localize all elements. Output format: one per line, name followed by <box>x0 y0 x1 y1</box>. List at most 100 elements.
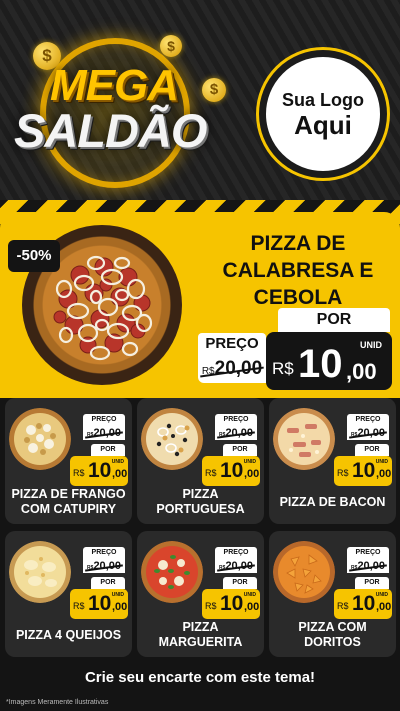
por-label: POR <box>91 444 125 456</box>
por-label: POR <box>223 577 257 589</box>
new-price-integer: 10 <box>88 459 112 482</box>
preco-label: PREÇO <box>347 414 389 426</box>
product-name: PIZZA MARGUERITA <box>158 620 243 649</box>
por-label: POR <box>355 577 389 589</box>
old-price-strike: R$20,00 <box>87 559 121 575</box>
por-label: POR <box>91 577 125 589</box>
product-image <box>141 541 203 603</box>
old-price-amount: 20,00 <box>225 560 253 572</box>
old-price: R$20,00 <box>215 426 257 440</box>
title-saldao: SALDÃO <box>14 104 207 157</box>
old-price: R$20,00 <box>347 426 389 440</box>
old-price-amount: 20,00 <box>357 427 385 439</box>
product-name: PIZZA 4 QUEIJOS <box>15 627 122 642</box>
new-price-currency: R$ <box>73 601 85 611</box>
margherita-pizza-icon <box>141 541 203 603</box>
product-card[interactable]: PREÇO R$20,00 POR UNID R$ 10 ,00 PIZZA D… <box>5 398 132 524</box>
preco-label: PREÇO <box>83 547 125 559</box>
preco-label: PREÇO <box>347 547 389 559</box>
product-name: PIZZA DE BACON <box>279 494 386 509</box>
old-price-amount: 20,00 <box>93 427 121 439</box>
old-price-strike: R$20,00 <box>219 426 253 442</box>
product-name: PIZZA PORTUGUESA <box>156 487 245 516</box>
header-banner: $ $ $ MEGA SALDÃO Sua Logo Aqui <box>0 0 400 200</box>
chicken-pizza-icon <box>9 408 71 470</box>
new-price: UNID R$ 10 ,00 <box>70 589 128 619</box>
product-image <box>9 408 71 470</box>
product-name: PIZZA COM DORITOS <box>298 620 367 649</box>
new-price-currency: R$ <box>272 359 294 378</box>
old-price-amount: 20,00 <box>214 358 263 379</box>
new-price-currency: R$ <box>205 601 217 611</box>
por-label: POR <box>355 444 389 456</box>
title-mega: MEGA <box>50 61 179 110</box>
preco-label: PREÇO <box>215 547 257 559</box>
coin-icon: $ <box>160 35 182 57</box>
product-card[interactable]: PREÇO R$20,00 POR UNID R$ 10 ,00 PIZZA P… <box>137 398 264 524</box>
new-price-integer: 10 <box>220 592 244 615</box>
new-price-currency: R$ <box>205 468 217 478</box>
coin-icon: $ <box>202 78 226 102</box>
product-image <box>9 541 71 603</box>
product-name: PIZZA DE FRANGO COM CATUPIRY <box>11 487 126 516</box>
old-price-amount: 20,00 <box>357 560 385 572</box>
old-price-amount: 20,00 <box>225 427 253 439</box>
portuguesa-pizza-icon <box>141 408 203 470</box>
old-price-strike: R$20,00 <box>351 426 385 442</box>
old-price-strike: R$20,00 <box>219 559 253 575</box>
new-price: UNID R$ 10 ,00 <box>334 589 392 619</box>
unid-label: UNID <box>360 340 382 350</box>
new-price-decimal: ,00 <box>244 468 260 480</box>
new-price-decimal: ,00 <box>112 468 128 480</box>
unid-label: UNID <box>243 592 256 598</box>
new-price: UNID R$ 10 ,00 <box>202 456 260 486</box>
new-price-integer: 10 <box>220 459 244 482</box>
unid-label: UNID <box>375 459 388 465</box>
cheese-pizza-icon <box>9 541 71 603</box>
new-price-decimal: ,00 <box>244 601 260 613</box>
new-price-currency: R$ <box>73 468 85 478</box>
featured-product-name: PIZZA DE CALABRESA E CEBOLA <box>222 232 374 309</box>
new-price-decimal: ,00 <box>346 359 377 384</box>
product-image <box>141 408 203 470</box>
new-price: UNID R$ 10 ,00 <box>70 456 128 486</box>
old-price: R$20,00 <box>83 559 125 573</box>
new-price-integer: 10 <box>352 459 376 482</box>
old-price: R$20,00 <box>83 426 125 440</box>
product-card[interactable]: PREÇO R$20,00 POR UNID R$ 10 ,00 PIZZA D… <box>269 398 396 524</box>
footer-cta: Crie seu encarte com este tema! <box>84 669 316 686</box>
new-price-decimal: ,00 <box>376 601 392 613</box>
logo-text-line1: Sua Logo <box>282 90 364 110</box>
product-card[interactable]: PREÇO R$20,00 POR UNID R$ 10 ,00 PIZZA M… <box>137 531 264 657</box>
featured-por-label: POR <box>278 308 390 332</box>
logo-text-line2: Aqui <box>294 110 352 140</box>
new-price-currency: R$ <box>337 468 349 478</box>
product-card[interactable]: PREÇO R$20,00 POR UNID R$ 10 ,00 PIZZA 4… <box>5 531 132 657</box>
old-price: R$20,00 <box>347 559 389 573</box>
old-price-strike: R$20,00 <box>202 355 262 386</box>
old-price-currency: R$ <box>201 366 215 377</box>
logo-placeholder: Sua Logo Aqui <box>259 50 387 178</box>
por-label: POR <box>223 444 257 456</box>
new-price: UNID R$ 10 ,00 <box>334 456 392 486</box>
unid-label: UNID <box>111 592 124 598</box>
featured-preco-label: PREÇO <box>198 333 266 355</box>
new-price-currency: R$ <box>337 601 349 611</box>
old-price: R$20,00 <box>215 559 257 573</box>
bacon-pizza-icon <box>273 408 335 470</box>
unid-label: UNID <box>243 459 256 465</box>
product-image <box>273 408 335 470</box>
new-price-decimal: ,00 <box>376 468 392 480</box>
new-price-integer: 10 <box>298 342 343 386</box>
old-price-strike: R$20,00 <box>87 426 121 442</box>
doritos-pizza-icon <box>273 541 335 603</box>
preco-label: PREÇO <box>215 414 257 426</box>
preco-label: PREÇO <box>83 414 125 426</box>
old-price-strike: R$20,00 <box>351 559 385 575</box>
old-price-amount: 20,00 <box>93 560 121 572</box>
unid-label: UNID <box>375 592 388 598</box>
unid-label: UNID <box>111 459 124 465</box>
featured-new-price: UNID R$ 10 ,00 <box>266 332 392 390</box>
product-card[interactable]: PREÇO R$20,00 POR UNID R$ 10 ,00 PIZZA C… <box>269 531 396 657</box>
footer-disclaimer: *Imagens Meramente Ilustrativas <box>6 699 109 706</box>
